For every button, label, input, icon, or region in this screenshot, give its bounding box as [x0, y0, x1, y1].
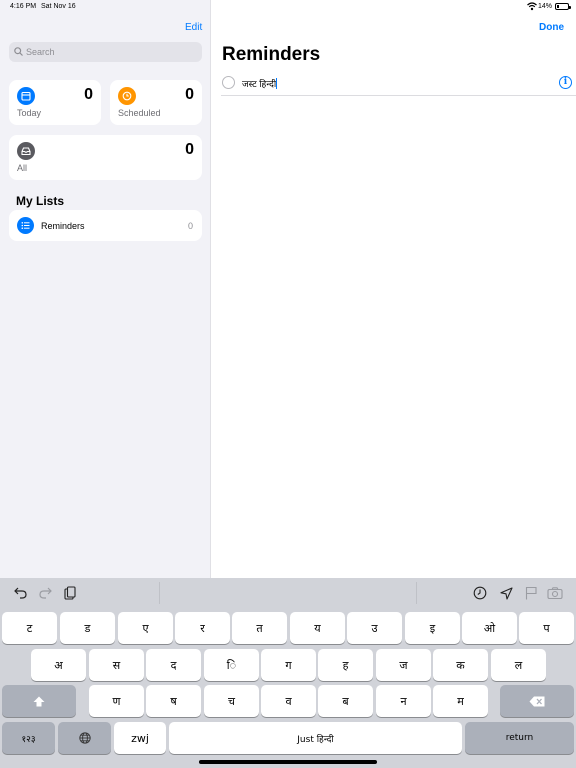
- key[interactable]: अ: [31, 649, 86, 681]
- reminder-text-field[interactable]: जस्ट हिन्दी: [242, 77, 278, 90]
- list-bullet-icon: [17, 217, 34, 234]
- search-icon: [14, 47, 23, 56]
- list-count: 0: [187, 221, 193, 231]
- redo-icon[interactable]: [37, 585, 53, 601]
- key[interactable]: ष: [146, 685, 201, 717]
- keyboard: ट ड ए र त य उ इ ओ प अ स द ि ग ह ज क ल ण …: [0, 578, 576, 768]
- location-icon[interactable]: [498, 585, 514, 601]
- clock-icon: [118, 87, 136, 105]
- space-key-label: Just हिन्दी: [297, 734, 334, 745]
- main-pane: Done Reminders जस्ट हिन्दी i: [211, 0, 576, 578]
- flag-icon[interactable]: [523, 585, 539, 601]
- key[interactable]: त: [232, 612, 287, 644]
- my-lists-heading: My Lists: [16, 194, 65, 208]
- key[interactable]: द: [146, 649, 201, 681]
- key[interactable]: य: [290, 612, 345, 644]
- key[interactable]: व: [261, 685, 316, 717]
- smart-list-all[interactable]: 0 All: [9, 135, 202, 180]
- key[interactable]: ण: [89, 685, 144, 717]
- keyboard-toolbar: [0, 578, 576, 608]
- all-count: 0: [185, 141, 194, 158]
- search-input[interactable]: [26, 45, 196, 59]
- smart-list-today[interactable]: 0 Today: [9, 80, 101, 125]
- complete-checkbox[interactable]: [222, 76, 235, 89]
- key[interactable]: च: [204, 685, 259, 717]
- key[interactable]: न: [376, 685, 431, 717]
- status-bar: 4:16 PM Sat Nov 16 14%: [0, 0, 576, 14]
- smart-list-scheduled[interactable]: 0 Scheduled: [110, 80, 202, 125]
- key[interactable]: इ: [405, 612, 460, 644]
- key[interactable]: उ: [347, 612, 402, 644]
- all-label: All: [17, 163, 28, 173]
- delete-key[interactable]: [500, 685, 574, 717]
- scheduled-count: 0: [185, 86, 194, 103]
- key[interactable]: ट: [2, 612, 57, 644]
- delete-icon: [529, 696, 545, 706]
- calendar-icon: [17, 87, 35, 105]
- numbers-key[interactable]: १२३: [2, 722, 55, 754]
- zwj-key[interactable]: zwj: [114, 722, 166, 754]
- edit-button[interactable]: Edit: [185, 22, 202, 33]
- key[interactable]: ह: [318, 649, 373, 681]
- key[interactable]: ए: [118, 612, 173, 644]
- globe-key[interactable]: [58, 722, 111, 754]
- tray-icon: [17, 142, 35, 160]
- key[interactable]: स: [89, 649, 144, 681]
- key[interactable]: र: [175, 612, 230, 644]
- clock-icon[interactable]: [472, 585, 488, 601]
- battery-icon: [555, 3, 571, 10]
- list-name: Reminders: [41, 221, 85, 231]
- key[interactable]: ग: [261, 649, 316, 681]
- key[interactable]: ड: [60, 612, 115, 644]
- scheduled-label: Scheduled: [118, 108, 161, 118]
- key[interactable]: ओ: [462, 612, 517, 644]
- key[interactable]: ज: [376, 649, 431, 681]
- key[interactable]: प: [519, 612, 574, 644]
- page-title: Reminders: [222, 44, 321, 65]
- key[interactable]: ब: [318, 685, 373, 717]
- return-key[interactable]: return: [465, 722, 574, 754]
- key[interactable]: क: [433, 649, 488, 681]
- home-indicator: [199, 760, 377, 764]
- list-item-reminders[interactable]: Reminders 0: [9, 210, 202, 241]
- text-caret: [276, 78, 278, 89]
- camera-icon[interactable]: [547, 585, 563, 601]
- today-count: 0: [84, 86, 93, 103]
- return-key-label: return: [505, 733, 534, 743]
- key[interactable]: ल: [491, 649, 546, 681]
- sidebar: Edit 0 Today 0 Scheduled 0 All My Lists: [0, 0, 211, 578]
- reminder-text: जस्ट हिन्दी: [242, 79, 277, 89]
- reminder-row[interactable]: जस्ट हिन्दी i: [221, 74, 576, 96]
- key[interactable]: म: [433, 685, 488, 717]
- battery-percent: 14%: [538, 3, 553, 10]
- paste-icon[interactable]: [62, 585, 78, 601]
- search-bar[interactable]: [9, 42, 202, 62]
- globe-icon: [78, 732, 91, 744]
- shift-icon: [33, 696, 45, 706]
- done-button[interactable]: Done: [539, 22, 564, 33]
- shift-key[interactable]: [2, 685, 76, 717]
- info-icon[interactable]: i: [559, 76, 572, 89]
- space-key[interactable]: Just हिन्दी: [169, 722, 462, 754]
- status-date: Sat Nov 16: [41, 3, 76, 10]
- status-time: 4:16 PM: [10, 3, 37, 10]
- today-label: Today: [17, 108, 42, 118]
- undo-icon[interactable]: [12, 585, 28, 601]
- numbers-key-label: १२३: [21, 734, 36, 745]
- wifi-icon: [527, 2, 537, 11]
- key[interactable]: ि: [204, 649, 259, 681]
